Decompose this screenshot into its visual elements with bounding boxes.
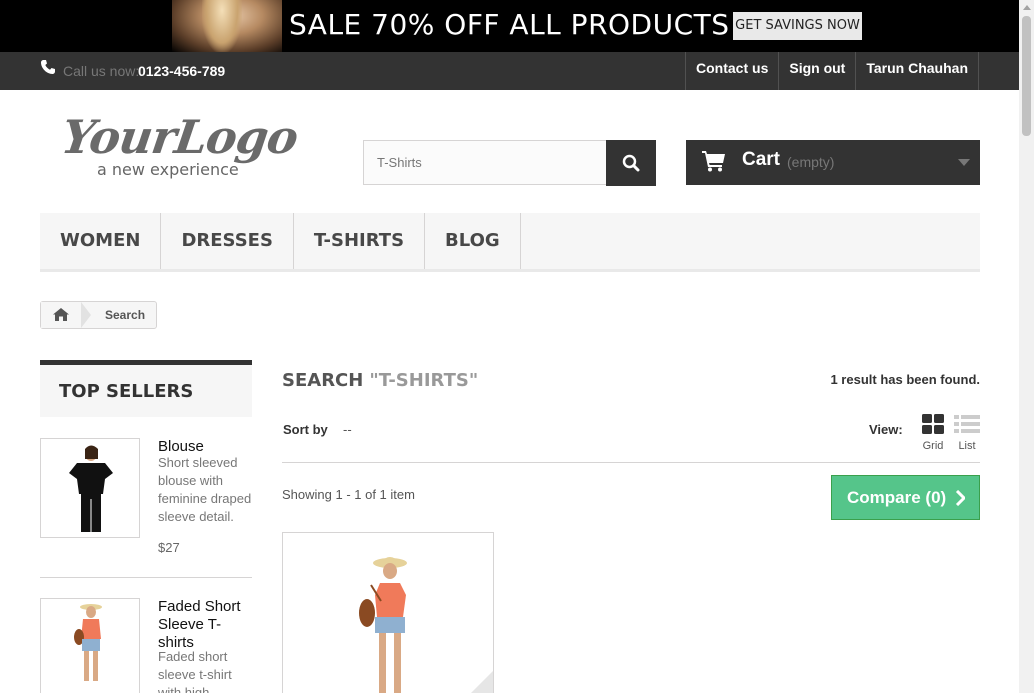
product-card[interactable] xyxy=(282,532,494,693)
compare-label: Compare (0) xyxy=(847,488,947,507)
search-heading-label: SEARCH xyxy=(282,370,364,391)
search-button[interactable] xyxy=(606,140,656,186)
cart-icon xyxy=(702,151,725,172)
page: SALE 70% OFF ALL PRODUCTS GET SAVINGS NO… xyxy=(0,0,1034,693)
menu-item-women[interactable]: Women xyxy=(40,213,162,269)
product-thumbnail[interactable] xyxy=(40,438,140,538)
breadcrumb-current: Search xyxy=(105,308,146,322)
search-term: "T-SHIRTS" xyxy=(369,370,479,391)
grid-view-button[interactable]: Grid xyxy=(920,414,946,452)
top-sellers-title: TOP SELLERS xyxy=(40,360,252,417)
get-savings-button[interactable]: GET SAVINGS NOW xyxy=(733,12,862,40)
product-thumbnail[interactable] xyxy=(40,598,140,693)
grid-icon xyxy=(922,414,944,434)
menu-item-t-shirts[interactable]: T-shirts xyxy=(294,213,426,269)
t-shirt-product-image xyxy=(74,604,102,681)
product-card-corner xyxy=(463,671,493,693)
sort-by-label: Sort by xyxy=(283,422,328,437)
sign-out-link[interactable]: Sign out xyxy=(778,52,855,90)
top-seller-description: Short sleeved blouse with feminine drape… xyxy=(158,455,252,524)
site-logo[interactable]: YourLogo a new experience xyxy=(58,110,301,180)
home-icon xyxy=(53,308,69,321)
search-heading: SEARCH "T-SHIRTS" xyxy=(282,370,478,391)
account-name-link[interactable]: Tarun Chauhan xyxy=(855,52,979,90)
contact-us-link[interactable]: Contact us xyxy=(685,52,778,90)
menu-item-dresses[interactable]: Dresses xyxy=(161,213,294,269)
page-scrollbar[interactable] xyxy=(1019,0,1034,693)
logo-wordmark: YourLogo xyxy=(58,110,301,164)
compare-button[interactable]: Compare (0) xyxy=(831,475,980,520)
top-seller-name[interactable]: Faded Short Sleeve T-shirts xyxy=(158,598,254,652)
top-seller-price: $27 xyxy=(158,540,180,555)
chevron-down-icon xyxy=(958,159,970,166)
sidebar-divider xyxy=(40,577,252,578)
scrollbar-thumb[interactable] xyxy=(1022,16,1031,136)
product-image xyxy=(359,557,407,693)
list-icon xyxy=(954,415,980,433)
breadcrumb-separator xyxy=(81,302,91,328)
search-input[interactable]: T-Shirts xyxy=(363,140,607,185)
cart-status: (empty) xyxy=(787,154,835,170)
sale-banner[interactable]: SALE 70% OFF ALL PRODUCTS GET SAVINGS NO… xyxy=(0,0,1019,52)
breadcrumb-home[interactable] xyxy=(41,302,81,328)
cart-block[interactable]: Cart (empty) xyxy=(686,140,980,185)
list-view-button[interactable]: List xyxy=(954,414,980,452)
result-count: 1 result has been found. xyxy=(830,372,980,387)
top-bar: Call us now: 0123-456-789 Contact us Sig… xyxy=(0,52,1019,90)
account-links: Contact us Sign out Tarun Chauhan xyxy=(685,52,979,90)
content-divider xyxy=(282,462,980,463)
breadcrumb: Search xyxy=(40,301,158,329)
logo-tagline: a new experience xyxy=(97,160,239,179)
scroll-up-arrow-icon[interactable] xyxy=(1023,5,1031,10)
showing-count: Showing 1 - 1 of 1 item xyxy=(282,487,415,502)
list-view-label: List xyxy=(958,440,976,452)
main-menu: Women Dresses T-shirts Blog xyxy=(40,213,980,272)
view-label: View: xyxy=(869,422,903,437)
top-seller-description: Faded short sleeve t-shirt with high xyxy=(158,649,232,693)
banner-headline: SALE 70% OFF ALL PRODUCTS xyxy=(289,8,730,41)
blouse-product-image xyxy=(69,445,113,532)
call-us-label: Call us now: xyxy=(63,63,140,79)
banner-model-image xyxy=(172,0,282,52)
phone-number: 0123-456-789 xyxy=(138,63,226,79)
cart-label: Cart xyxy=(742,149,781,170)
menu-item-blog[interactable]: Blog xyxy=(425,213,521,269)
grid-view-label: Grid xyxy=(922,440,944,452)
chevron-right-icon xyxy=(955,490,965,506)
sort-by-select[interactable]: -- xyxy=(343,422,352,437)
phone-icon xyxy=(41,60,55,74)
search-icon xyxy=(622,154,640,172)
